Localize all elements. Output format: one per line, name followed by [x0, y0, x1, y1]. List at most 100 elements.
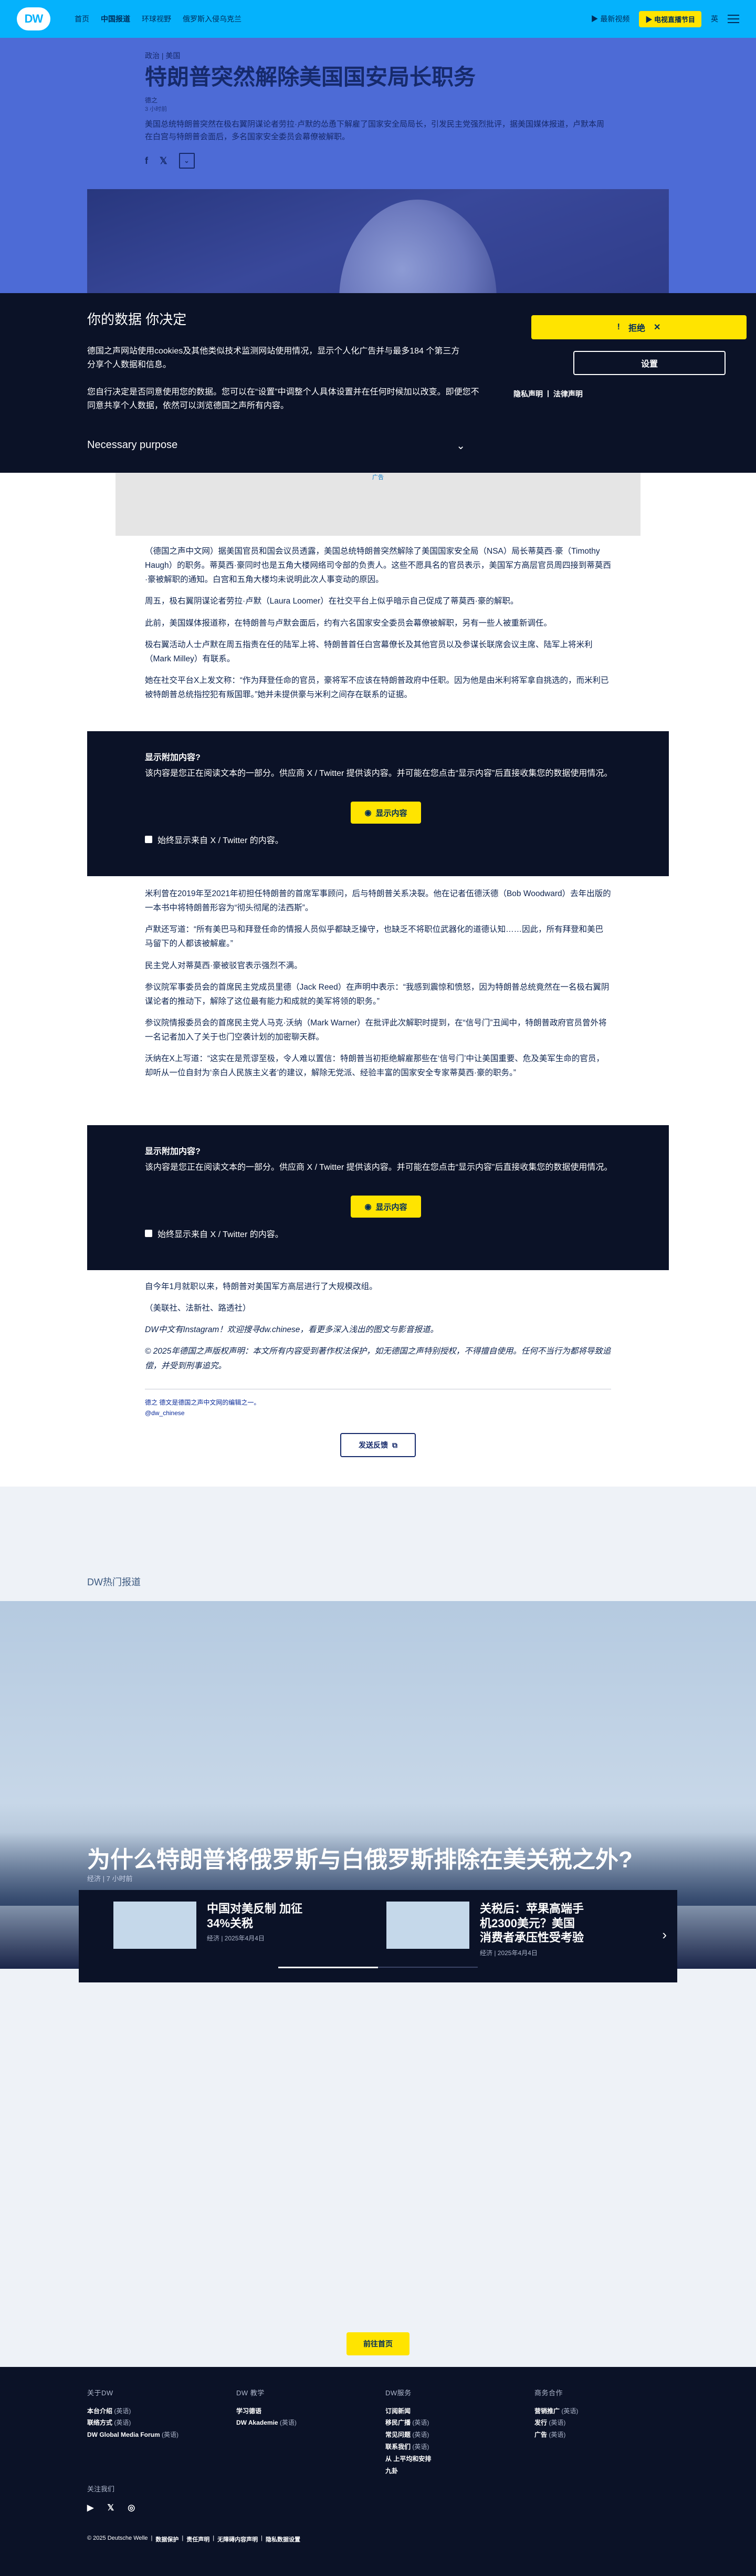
footer-link[interactable]: 学习德语 [236, 2405, 297, 2417]
carousel-card[interactable]: 中国对美反制 加征34%关税 经济 | 2025年4月4日 [113, 1902, 312, 1949]
always-show-checkbox[interactable]: 始终显示来自 X / Twitter 的内容。 [145, 833, 284, 846]
ad-slot[interactable]: 广告 [116, 472, 640, 536]
live-tv-button[interactable]: ▶ 电视直播节目 [639, 11, 701, 27]
chevron-down-icon: ⌄ [456, 440, 465, 452]
embed-description: 该内容是您正在阅读文本的一部分。供应商 X / Twitter 提供该内容。并可… [145, 769, 613, 778]
latest-videos-link[interactable]: ▶ 最新视频 [591, 14, 629, 24]
nav-item-ukraine[interactable]: 俄罗斯入侵乌克兰 [183, 14, 242, 24]
nav-item-world[interactable]: 环球视野 [142, 14, 171, 24]
carousel-card[interactable]: 关税后：苹果高端手机2300美元？美国消费者承压性受考验 经济 | 2025年4… [386, 1902, 585, 1957]
nav-item-home[interactable]: 首页 [75, 14, 89, 24]
hot-section-label: DW热门报道 [87, 1577, 141, 1587]
show-content-button[interactable]: ◉ 显示内容 [351, 1196, 421, 1218]
paragraph: 参议院军事委员会的首席民主党成员里德（Jack Reed）在声明中表示：“我感到… [145, 982, 610, 1006]
footer-link-label: 广告 [534, 2431, 548, 2439]
paragraph: 米利曾在2019年至2021年初担任特朗普的首席军事顾问，后与特朗普关系决裂。他… [145, 889, 611, 913]
checkbox-icon [145, 836, 152, 843]
footer-col-services: DW服务 订阅新闻 移民广播 (英语) 常见问题 (英语) 联系我们 (英语) … [385, 2387, 431, 2477]
paragraph: 参议院情报委员会的首席民主党人马克·沃纳（Mark Warner）在批评此次解职… [145, 1018, 607, 1042]
footer-link[interactable]: 订阅新闻 [385, 2405, 431, 2417]
language-switch[interactable]: 英 [711, 14, 718, 24]
facebook-icon[interactable]: f [145, 155, 148, 167]
feedback-button[interactable]: 发送反馈 ⧉ [340, 1433, 416, 1457]
card-text: 关税后：苹果高端手机2300美元？美国消费者承压性受考验 经济 | 2025年4… [480, 1902, 585, 1957]
footer-link[interactable]: 广告 (英语) [534, 2429, 578, 2441]
footer-link-label: 学习德语 [236, 2407, 262, 2415]
embed-description: 该内容是您正在阅读文本的一部分。供应商 X / Twitter 提供该内容。并可… [145, 1163, 613, 1172]
footer-link-lang: (英语) [114, 2407, 131, 2415]
footer-link[interactable]: 营销推广 (英语) [534, 2405, 578, 2417]
paragraph: 卢默还写道：“所有美巴马和拜登任命的情报人员似乎都缺乏操守，也缺乏不将职位武器化… [145, 925, 604, 949]
x-twitter-icon[interactable]: 𝕏 [160, 155, 167, 167]
youtube-icon[interactable]: ▶ [87, 2502, 93, 2513]
footer-heading: DW服务 [385, 2389, 412, 2397]
hot-feature-meta: 经济 | 7 小时前 [87, 1875, 133, 1883]
footer-link-label: 九卦 [385, 2467, 398, 2475]
disclaimer-link[interactable]: 责任声明 [186, 2535, 209, 2543]
show-content-label: 显示内容 [375, 1202, 407, 1212]
author-line[interactable]: 德之 德文是德国之声中文网的编辑之一。 [145, 1397, 260, 1408]
instagram-icon[interactable]: ◎ [128, 2502, 135, 2513]
footer-link-label: 移民广播 [385, 2419, 411, 2427]
footer-link[interactable]: 常见问题 (英语) [385, 2429, 431, 2441]
article-body-2: 米利曾在2019年至2021年初担任特朗普的首席军事顾问，后与特朗普关系决裂。他… [145, 887, 611, 1087]
footer-link[interactable]: 联系我们 (英语) [385, 2441, 431, 2453]
privacy-link[interactable]: 隐私声明 [513, 389, 543, 399]
follow-us-label: 关注我们 [87, 2485, 115, 2493]
article-kicker[interactable]: 政治 | 美国 [145, 50, 611, 61]
data-protection-link[interactable]: 数据保护 [155, 2535, 178, 2543]
menu-icon[interactable] [728, 15, 739, 23]
more-share-icon[interactable]: ⌄ [178, 153, 195, 169]
instagram-note-text: DW中文有Instagram！欢迎搜寻dw.chinese，看更多深入浅出的图文… [145, 1325, 438, 1335]
nav-item-china[interactable]: 中国报道 [101, 14, 130, 24]
footer-link-lang: (英语) [412, 2419, 429, 2427]
legal-link[interactable]: 法律声明 [553, 389, 583, 399]
paragraph: （美联社、法新社、路透社） [145, 1304, 251, 1313]
footer-heading: 商务合作 [534, 2389, 563, 2397]
footer-link-lang: (英语) [114, 2419, 131, 2427]
article-lead: 美国总统特朗普突然在极右翼阴谋论者劳拉·卢默的怂恿下解雇了国家安全局局长，引发民… [145, 120, 605, 142]
carousel-progress-fill [278, 1967, 378, 1968]
settings-button[interactable]: 设置 [573, 351, 726, 375]
footer-link[interactable]: DW Global Media Forum (英语) [87, 2429, 178, 2441]
cookie-title: 你的数据 你决定 [87, 311, 187, 327]
footer-link[interactable]: 从 上平均和安排 [385, 2453, 431, 2465]
hot-feature-title[interactable]: 为什么特朗普将俄罗斯与白俄罗斯排除在美关税之外? [87, 1841, 633, 1874]
copy-icon: ⧉ [392, 1440, 397, 1449]
go-home-button[interactable]: 前往首页 [346, 2332, 410, 2355]
publish-time: 3 小时前 [145, 106, 167, 113]
footer-link[interactable]: 发行 (英语) [534, 2417, 578, 2429]
always-show-checkbox[interactable]: 始终显示来自 X / Twitter 的内容。 [145, 1227, 284, 1240]
reject-button[interactable]: ! 拒绝 ✕ [531, 315, 747, 339]
card-thumbnail [386, 1902, 469, 1949]
card-meta: 经济 | 2025年4月4日 [207, 1935, 265, 1942]
paragraph: 此前，美国媒体报道称，在特朗普与卢默会面后，约有六名国家安全委员会幕僚被解职，另… [145, 618, 552, 628]
paragraph: 民主党人对蒂莫西·豪被驳官表示强烈不满。 [145, 961, 302, 970]
footer-link-label: 订阅新闻 [385, 2407, 411, 2415]
show-content-button[interactable]: ◉ 显示内容 [351, 802, 421, 824]
instagram-note: DW中文有Instagram！欢迎搜寻dw.chinese，看更多深入浅出的图文… [145, 1323, 611, 1337]
card-meta: 经济 | 2025年4月4日 [480, 1949, 538, 1957]
page: DW 首页 中国报道 环球视野 俄罗斯入侵乌克兰 ▶ 最新视频 ▶ 电视直播节目… [0, 0, 756, 2576]
necessary-purpose-toggle[interactable]: Necessary purpose ⌄ [87, 439, 465, 452]
card-thumbnail [113, 1902, 196, 1949]
author-handle[interactable]: @dw_chinese [145, 1408, 260, 1418]
share-bar: f 𝕏 ⌄ [145, 153, 611, 169]
article-title: 特朗普突然解除美国国安局长职务 [145, 65, 476, 89]
author[interactable]: 德之 [145, 97, 158, 104]
footer-link[interactable]: 联络方式 (英语) [87, 2417, 178, 2429]
footer-link[interactable]: 九卦 [385, 2465, 431, 2477]
hot-carousel: 中国对美反制 加征34%关税 经济 | 2025年4月4日 关税后：苹果高端手机… [79, 1890, 677, 1982]
footer-link[interactable]: 本台介绍 (英语) [87, 2405, 178, 2417]
header-right: ▶ 最新视频 ▶ 电视直播节目 英 [591, 11, 739, 27]
byline: 德之 3 小时前 [145, 96, 611, 113]
x-twitter-icon[interactable]: 𝕏 [107, 2502, 114, 2513]
chevron-right-icon[interactable]: › [662, 1927, 667, 1943]
privacy-settings-link[interactable]: 隐私数据设置 [266, 2535, 300, 2543]
dw-logo[interactable]: DW [17, 7, 50, 30]
accessibility-link[interactable]: 无障碍内容声明 [217, 2535, 258, 2543]
footer-link[interactable]: 移民广播 (英语) [385, 2417, 431, 2429]
footer-link[interactable]: DW Akademie (英语) [236, 2417, 297, 2429]
cookie-banner: 你的数据 你决定 德国之声网站使用cookies及其他类似技术监测网站使用情况，… [0, 293, 756, 473]
footer-link-lang: (英语) [412, 2443, 429, 2451]
